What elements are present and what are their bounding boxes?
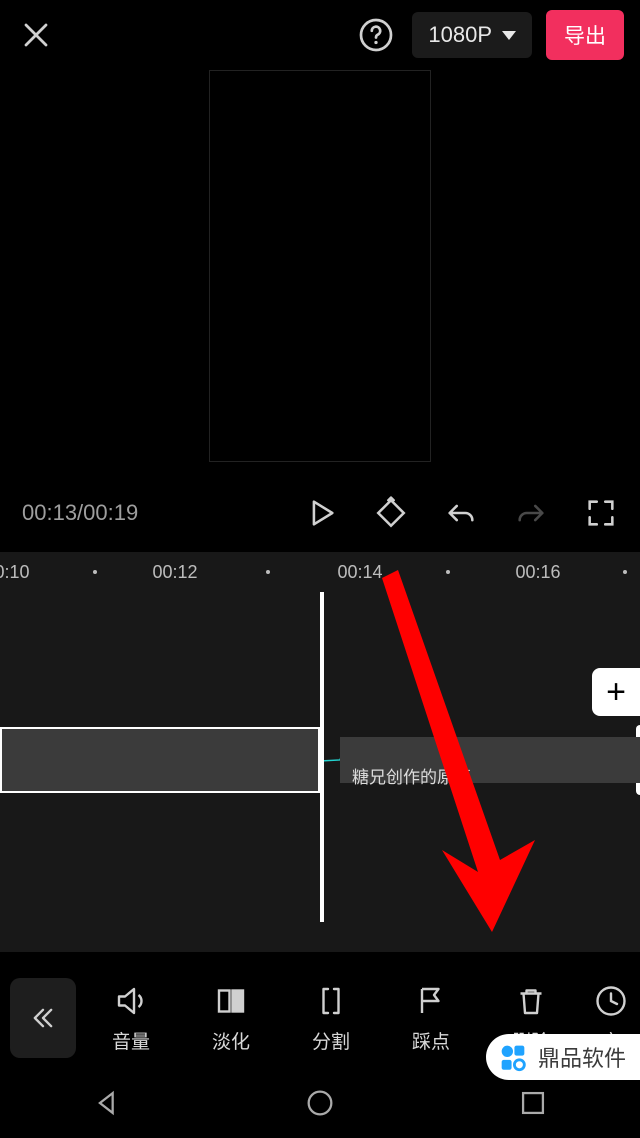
timeline[interactable]: 0:10 00:12 00:14 00:16 糖兄创作的原声 + [0, 552, 640, 952]
triangle-left-icon [90, 1086, 124, 1120]
time-display: 00:13/00:19 [22, 500, 138, 526]
nav-recent[interactable] [516, 1086, 550, 1120]
close-button[interactable] [16, 15, 56, 55]
ruler-label: 00:16 [515, 562, 560, 583]
top-bar: 1080P 导出 [0, 0, 640, 70]
fullscreen-icon [584, 496, 618, 530]
help-icon [358, 17, 394, 53]
audio-clip-selected[interactable] [0, 727, 320, 793]
chevron-double-left-icon [29, 1004, 57, 1032]
resolution-label: 1080P [428, 22, 492, 48]
play-button[interactable] [304, 496, 338, 530]
playhead[interactable] [320, 592, 324, 922]
tool-beat[interactable]: 踩点 [386, 983, 476, 1054]
speed-icon [593, 983, 629, 1019]
tool-volume[interactable]: 音量 [86, 983, 176, 1054]
fade-icon [213, 983, 249, 1019]
clip-label: 糖兄创作的原声 [352, 763, 471, 788]
ruler-label: 00:14 [337, 562, 382, 583]
export-button[interactable]: 导出 [546, 10, 624, 60]
transport-bar: 00:13/00:19 [0, 488, 640, 538]
watermark-text: 鼎品软件 [538, 1041, 626, 1073]
ruler-label: 00:12 [152, 562, 197, 583]
add-track-button[interactable]: + [592, 668, 640, 716]
flag-icon [413, 983, 449, 1019]
square-icon [516, 1086, 550, 1120]
fullscreen-button[interactable] [584, 496, 618, 530]
split-icon [313, 983, 349, 1019]
chevron-down-icon [502, 31, 516, 40]
ruler-label: 0:10 [0, 562, 30, 583]
resolution-selector[interactable]: 1080P [412, 12, 532, 58]
undo-button[interactable] [444, 496, 478, 530]
redo-button[interactable] [514, 496, 548, 530]
help-button[interactable] [356, 15, 396, 55]
volume-icon [113, 983, 149, 1019]
nav-back[interactable] [90, 1086, 124, 1120]
keyframe-icon [374, 496, 408, 530]
tool-fade[interactable]: 淡化 [186, 983, 276, 1054]
plus-icon: + [606, 673, 626, 712]
video-frame[interactable] [209, 70, 431, 462]
watermark-logo-icon [496, 1040, 530, 1074]
redo-icon [514, 496, 548, 530]
tool-split[interactable]: 分割 [286, 983, 376, 1054]
circle-icon [303, 1086, 337, 1120]
video-preview [0, 70, 640, 488]
collapse-button[interactable] [10, 978, 76, 1058]
timeline-ruler: 0:10 00:12 00:14 00:16 [0, 552, 640, 592]
play-icon [304, 496, 338, 530]
delete-icon [513, 983, 549, 1019]
undo-icon [444, 496, 478, 530]
nav-home[interactable] [303, 1086, 337, 1120]
keyframe-button[interactable] [374, 496, 408, 530]
close-icon [21, 20, 51, 50]
watermark: 鼎品软件 [486, 1034, 640, 1080]
